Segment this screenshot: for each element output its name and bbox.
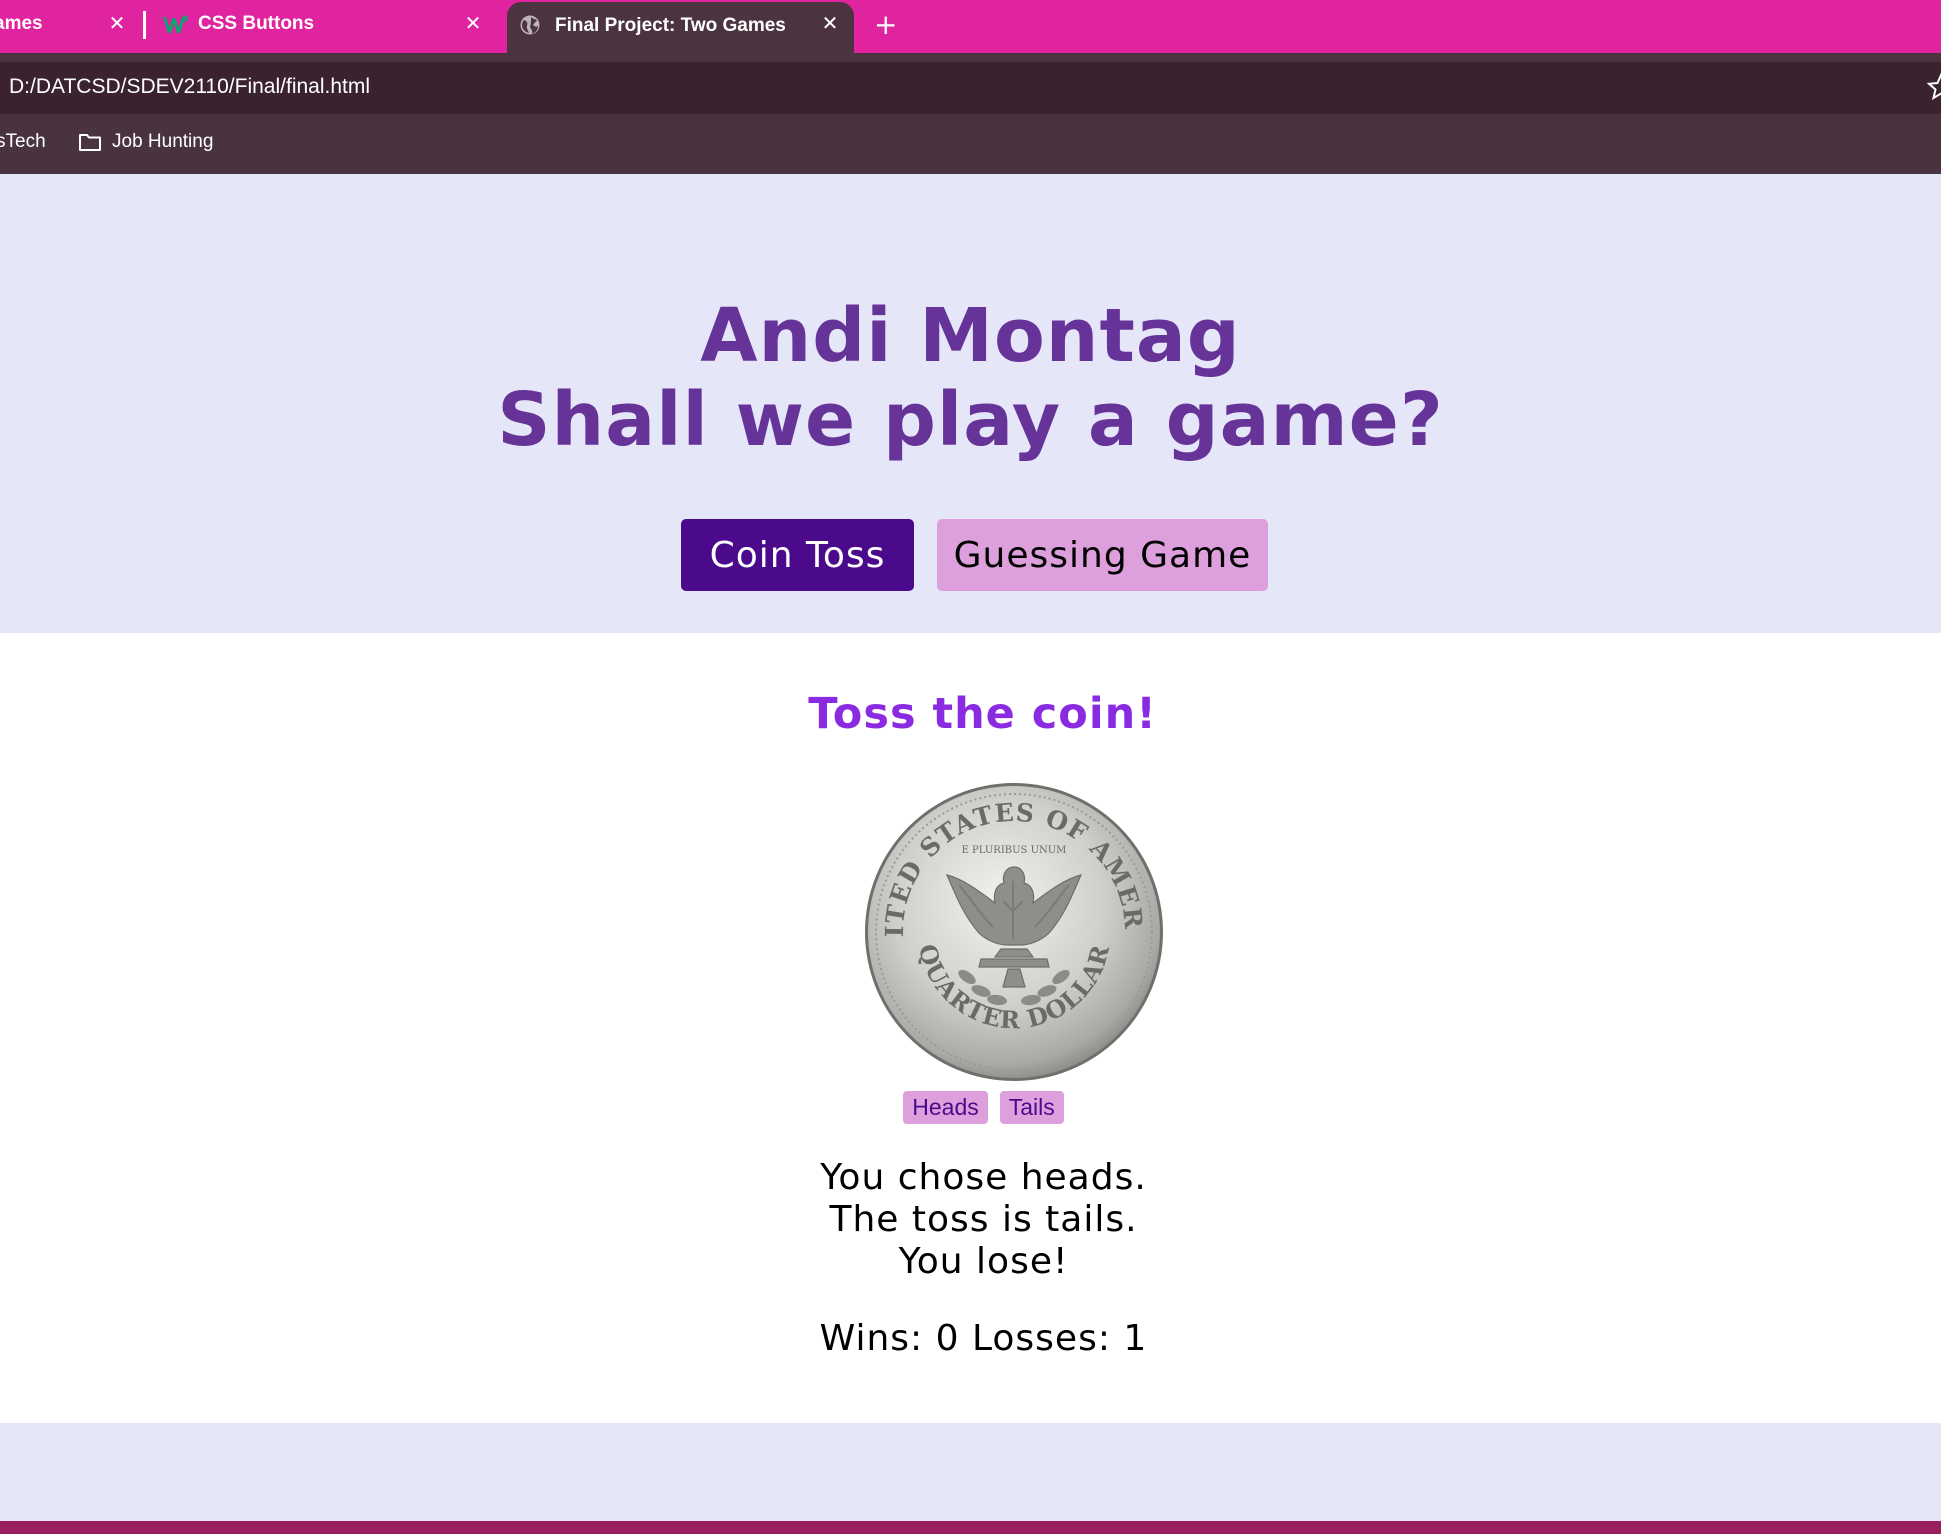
url-text[interactable]: D:/DATCSD/SDEV2110/Final/final.html	[9, 75, 370, 99]
coin-toss-button[interactable]: Coin Toss	[681, 519, 914, 591]
tab-bar: ames ✕ 3 CSS Buttons ✕ Final Project: Tw…	[0, 0, 1941, 62]
page-subtitle: Shall we play a game?	[497, 377, 1444, 463]
game-selector: Coin Toss Guessing Game	[0, 519, 1941, 591]
svg-text:3: 3	[182, 15, 188, 25]
close-tab-icon[interactable]: ✕	[462, 13, 484, 35]
header-section: Andi Montag Shall we play a game? Coin T…	[0, 174, 1941, 633]
bookmark-item[interactable]: sTech	[0, 131, 46, 153]
folder-icon	[79, 134, 101, 151]
score-tally: Wins: 0 Losses: 1	[819, 1318, 1148, 1359]
tab-title: CSS Buttons	[198, 13, 315, 34]
bookmarks-bar: sTech Job Hunting	[0, 114, 1941, 174]
bookmark-label: Job Hunting	[112, 131, 214, 152]
coin-toss-game: Toss the coin! UNITED STATES OF AMERICA …	[0, 633, 1941, 1423]
footer-section	[0, 1423, 1941, 1521]
taskbar-edge	[0, 1521, 1941, 1534]
tab-css-buttons[interactable]: 3 CSS Buttons ✕	[146, 0, 498, 53]
tails-button[interactable]: Tails	[999, 1091, 1064, 1124]
tab-games[interactable]: ames ✕	[0, 0, 145, 53]
tab-bar-underline	[0, 53, 1941, 62]
tab-title: Final Project: Two Games	[555, 15, 786, 36]
heads-button[interactable]: Heads	[903, 1091, 988, 1124]
page-title: Andi Montag Shall we play a game?	[0, 294, 1941, 462]
result-outcome: You lose!	[898, 1241, 1069, 1282]
w3schools-icon: 3	[163, 15, 188, 33]
address-bar[interactable]: D:/DATCSD/SDEV2110/Final/final.html	[0, 62, 1941, 114]
coin-image: UNITED STATES OF AMERICA QUARTER DOLLAR …	[863, 781, 1163, 1081]
close-tab-icon[interactable]: ✕	[106, 13, 128, 35]
tab-final-project[interactable]: Final Project: Two Games ✕	[507, 2, 854, 58]
game-heading: Toss the coin!	[808, 689, 1157, 739]
globe-icon	[520, 15, 540, 35]
coin-motto: E PLURIBUS UNUM	[962, 845, 1067, 856]
tab-title: ames	[0, 13, 43, 34]
choice-buttons: Heads Tails	[13, 1091, 1941, 1124]
new-tab-icon[interactable]: +	[874, 8, 897, 41]
result-choice: You chose heads.	[820, 1157, 1147, 1198]
author-name: Andi Montag	[700, 293, 1241, 379]
result-toss: The toss is tails.	[829, 1199, 1138, 1240]
guessing-game-button[interactable]: Guessing Game	[937, 519, 1268, 591]
close-tab-icon[interactable]: ✕	[819, 13, 841, 35]
bookmark-star-icon[interactable]	[1926, 72, 1941, 102]
bookmark-folder-job-hunting[interactable]: Job Hunting	[78, 131, 213, 153]
toss-result: You chose heads. The toss is tails. You …	[13, 1157, 1941, 1283]
bookmark-label: sTech	[0, 131, 46, 152]
